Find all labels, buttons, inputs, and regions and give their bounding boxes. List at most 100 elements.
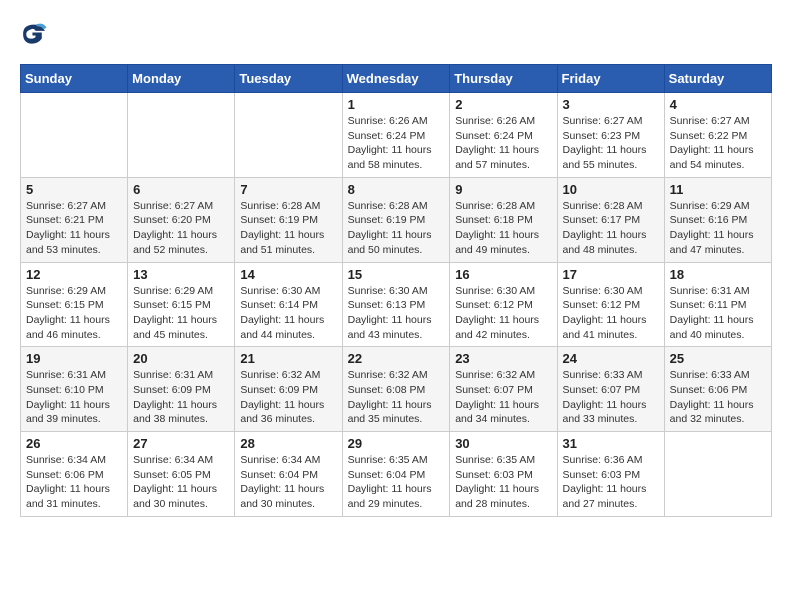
calendar-cell: 4 Sunrise: 6:27 AM Sunset: 6:22 PM Daylig… <box>664 93 771 178</box>
calendar-cell <box>235 93 342 178</box>
day-info: Sunrise: 6:31 AM Sunset: 6:09 PM Dayligh… <box>133 368 229 427</box>
calendar-table: SundayMondayTuesdayWednesdayThursdayFrid… <box>20 64 772 517</box>
calendar-header-row: SundayMondayTuesdayWednesdayThursdayFrid… <box>21 65 772 93</box>
day-number: 13 <box>133 267 229 282</box>
day-number: 17 <box>563 267 659 282</box>
day-number: 25 <box>670 351 766 366</box>
calendar-cell: 26Sunrise: 6:34 AM Sunset: 6:06 PM Dayli… <box>21 432 128 517</box>
day-number: 22 <box>348 351 445 366</box>
calendar-cell: 24 Sunrise: 6:33 AM Sunset: 6:07 PM Dayli… <box>557 347 664 432</box>
day-number: 11 <box>670 182 766 197</box>
day-info: Sunrise: 6:29 AM Sunset: 6:16 PM Dayligh… <box>670 199 766 258</box>
day-number: 1 <box>348 97 445 112</box>
calendar-cell: 9Sunrise: 6:28 AM Sunset: 6:18 PM Daylig… <box>450 177 557 262</box>
calendar-cell: 7Sunrise: 6:28 AM Sunset: 6:19 PM Daylig… <box>235 177 342 262</box>
day-number: 16 <box>455 267 551 282</box>
calendar-cell: 25 Sunrise: 6:33 AM Sunset: 6:06 PM Dayli… <box>664 347 771 432</box>
calendar-week-row: 1 Sunrise: 6:26 AM Sunset: 6:24 PM Daylig… <box>21 93 772 178</box>
day-info: Sunrise: 6:32 AM Sunset: 6:07 PM Dayligh… <box>455 368 551 427</box>
day-number: 4 <box>670 97 766 112</box>
day-info: Sunrise: 6:34 AM Sunset: 6:04 PM Dayligh… <box>240 453 336 512</box>
day-number: 9 <box>455 182 551 197</box>
calendar-week-row: 26Sunrise: 6:34 AM Sunset: 6:06 PM Dayli… <box>21 432 772 517</box>
day-info: Sunrise: 6:27 AM Sunset: 6:21 PM Dayligh… <box>26 199 122 258</box>
day-number: 29 <box>348 436 445 451</box>
calendar-cell: 2 Sunrise: 6:26 AM Sunset: 6:24 PM Daylig… <box>450 93 557 178</box>
weekday-header: Monday <box>128 65 235 93</box>
day-info: Sunrise: 6:36 AM Sunset: 6:03 PM Dayligh… <box>563 453 659 512</box>
day-number: 20 <box>133 351 229 366</box>
day-number: 5 <box>26 182 122 197</box>
day-info: Sunrise: 6:35 AM Sunset: 6:04 PM Dayligh… <box>348 453 445 512</box>
calendar-cell: 12 Sunrise: 6:29 AM Sunset: 6:15 PM Dayli… <box>21 262 128 347</box>
day-info: Sunrise: 6:32 AM Sunset: 6:09 PM Dayligh… <box>240 368 336 427</box>
weekday-header: Tuesday <box>235 65 342 93</box>
calendar-cell: 14 Sunrise: 6:30 AM Sunset: 6:14 PM Dayli… <box>235 262 342 347</box>
calendar-week-row: 12 Sunrise: 6:29 AM Sunset: 6:15 PM Dayli… <box>21 262 772 347</box>
day-info: Sunrise: 6:26 AM Sunset: 6:24 PM Dayligh… <box>455 114 551 173</box>
day-number: 18 <box>670 267 766 282</box>
day-info: Sunrise: 6:28 AM Sunset: 6:17 PM Dayligh… <box>563 199 659 258</box>
calendar-cell: 27Sunrise: 6:34 AM Sunset: 6:05 PM Dayli… <box>128 432 235 517</box>
calendar-week-row: 5 Sunrise: 6:27 AM Sunset: 6:21 PM Daylig… <box>21 177 772 262</box>
day-number: 31 <box>563 436 659 451</box>
day-number: 7 <box>240 182 336 197</box>
day-info: Sunrise: 6:34 AM Sunset: 6:06 PM Dayligh… <box>26 453 122 512</box>
day-number: 14 <box>240 267 336 282</box>
day-info: Sunrise: 6:32 AM Sunset: 6:08 PM Dayligh… <box>348 368 445 427</box>
day-info: Sunrise: 6:30 AM Sunset: 6:13 PM Dayligh… <box>348 284 445 343</box>
day-info: Sunrise: 6:29 AM Sunset: 6:15 PM Dayligh… <box>26 284 122 343</box>
calendar-week-row: 19 Sunrise: 6:31 AM Sunset: 6:10 PM Dayli… <box>21 347 772 432</box>
day-info: Sunrise: 6:31 AM Sunset: 6:10 PM Dayligh… <box>26 368 122 427</box>
logo-icon <box>20 20 48 48</box>
day-number: 3 <box>563 97 659 112</box>
calendar-cell: 18 Sunrise: 6:31 AM Sunset: 6:11 PM Dayli… <box>664 262 771 347</box>
weekday-header: Wednesday <box>342 65 450 93</box>
day-number: 2 <box>455 97 551 112</box>
calendar-cell: 29 Sunrise: 6:35 AM Sunset: 6:04 PM Dayli… <box>342 432 450 517</box>
day-info: Sunrise: 6:30 AM Sunset: 6:12 PM Dayligh… <box>563 284 659 343</box>
day-info: Sunrise: 6:27 AM Sunset: 6:22 PM Dayligh… <box>670 114 766 173</box>
day-info: Sunrise: 6:33 AM Sunset: 6:06 PM Dayligh… <box>670 368 766 427</box>
weekday-header: Friday <box>557 65 664 93</box>
calendar-cell: 10 Sunrise: 6:28 AM Sunset: 6:17 PM Dayli… <box>557 177 664 262</box>
day-number: 24 <box>563 351 659 366</box>
calendar-cell: 6 Sunrise: 6:27 AM Sunset: 6:20 PM Daylig… <box>128 177 235 262</box>
day-number: 30 <box>455 436 551 451</box>
calendar-cell: 1 Sunrise: 6:26 AM Sunset: 6:24 PM Daylig… <box>342 93 450 178</box>
calendar-cell: 16 Sunrise: 6:30 AM Sunset: 6:12 PM Dayli… <box>450 262 557 347</box>
day-number: 19 <box>26 351 122 366</box>
day-info: Sunrise: 6:26 AM Sunset: 6:24 PM Dayligh… <box>348 114 445 173</box>
weekday-header: Thursday <box>450 65 557 93</box>
day-info: Sunrise: 6:27 AM Sunset: 6:20 PM Dayligh… <box>133 199 229 258</box>
day-number: 6 <box>133 182 229 197</box>
calendar-cell: 21 Sunrise: 6:32 AM Sunset: 6:09 PM Dayli… <box>235 347 342 432</box>
calendar-cell <box>128 93 235 178</box>
day-number: 12 <box>26 267 122 282</box>
day-info: Sunrise: 6:30 AM Sunset: 6:14 PM Dayligh… <box>240 284 336 343</box>
day-number: 28 <box>240 436 336 451</box>
day-info: Sunrise: 6:35 AM Sunset: 6:03 PM Dayligh… <box>455 453 551 512</box>
calendar-cell: 3 Sunrise: 6:27 AM Sunset: 6:23 PM Daylig… <box>557 93 664 178</box>
calendar-cell: 20 Sunrise: 6:31 AM Sunset: 6:09 PM Dayli… <box>128 347 235 432</box>
calendar-cell: 17 Sunrise: 6:30 AM Sunset: 6:12 PM Dayli… <box>557 262 664 347</box>
weekday-header: Saturday <box>664 65 771 93</box>
day-number: 10 <box>563 182 659 197</box>
day-info: Sunrise: 6:33 AM Sunset: 6:07 PM Dayligh… <box>563 368 659 427</box>
day-number: 23 <box>455 351 551 366</box>
day-info: Sunrise: 6:34 AM Sunset: 6:05 PM Dayligh… <box>133 453 229 512</box>
day-number: 15 <box>348 267 445 282</box>
day-number: 21 <box>240 351 336 366</box>
calendar-cell: 19 Sunrise: 6:31 AM Sunset: 6:10 PM Dayli… <box>21 347 128 432</box>
calendar-cell: 8 Sunrise: 6:28 AM Sunset: 6:19 PM Daylig… <box>342 177 450 262</box>
day-info: Sunrise: 6:27 AM Sunset: 6:23 PM Dayligh… <box>563 114 659 173</box>
calendar-cell: 31 Sunrise: 6:36 AM Sunset: 6:03 PM Dayli… <box>557 432 664 517</box>
calendar-cell: 30 Sunrise: 6:35 AM Sunset: 6:03 PM Dayli… <box>450 432 557 517</box>
day-info: Sunrise: 6:30 AM Sunset: 6:12 PM Dayligh… <box>455 284 551 343</box>
day-number: 8 <box>348 182 445 197</box>
day-info: Sunrise: 6:31 AM Sunset: 6:11 PM Dayligh… <box>670 284 766 343</box>
calendar-cell: 15 Sunrise: 6:30 AM Sunset: 6:13 PM Dayli… <box>342 262 450 347</box>
day-info: Sunrise: 6:28 AM Sunset: 6:19 PM Dayligh… <box>348 199 445 258</box>
calendar-cell: 28 Sunrise: 6:34 AM Sunset: 6:04 PM Dayli… <box>235 432 342 517</box>
calendar-cell <box>664 432 771 517</box>
